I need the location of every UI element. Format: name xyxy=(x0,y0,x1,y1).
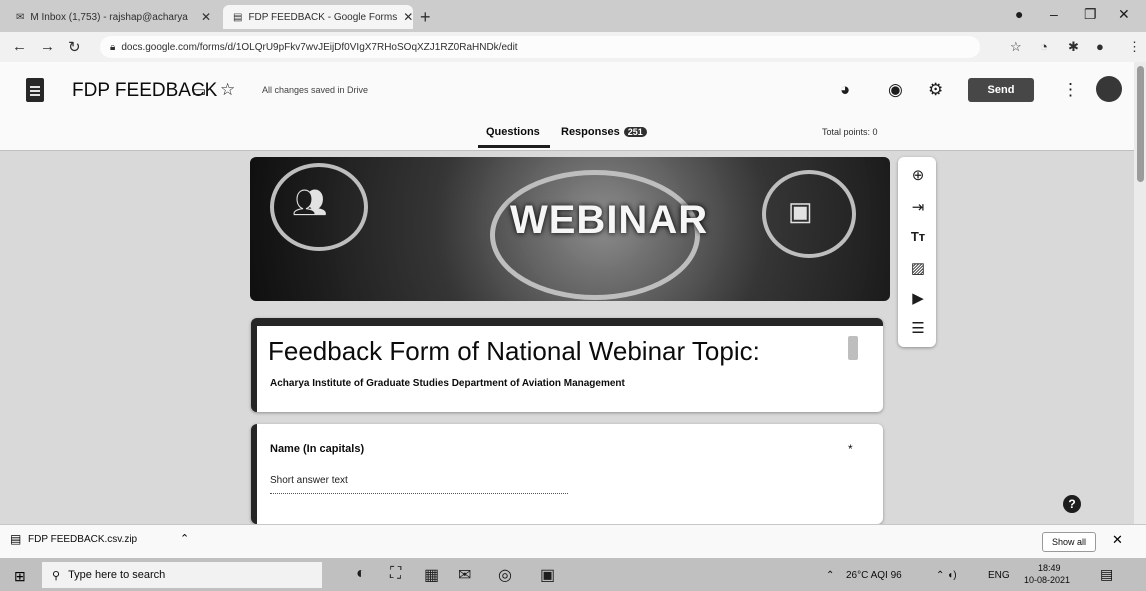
presentation-icon: ▣ xyxy=(788,196,813,226)
tab-questions[interactable]: Questions xyxy=(486,126,540,138)
language-indicator[interactable]: ENG xyxy=(988,570,1010,581)
forms-logo-icon[interactable] xyxy=(26,78,44,102)
question-title[interactable]: Name (In capitals) xyxy=(270,443,364,455)
url-text: docs.google.com/forms/d/1OLQrU9pFkv7wvJE… xyxy=(121,41,518,53)
people-icon: 👥︎ xyxy=(292,187,328,218)
responses-label: Responses xyxy=(561,126,620,138)
folder-icon[interactable]: ▭ xyxy=(192,82,206,100)
extension-icon[interactable]: ◔ xyxy=(1040,39,1048,54)
palette-icon[interactable]: ◕ xyxy=(840,80,850,100)
tab-gmail[interactable]: ✉ M Inbox (1,753) - rajshap@acharya ✕ xyxy=(6,5,221,29)
close-window-icon[interactable]: ✕ xyxy=(1118,6,1130,23)
active-tab-indicator xyxy=(478,145,550,148)
download-filename[interactable]: FDP FEEDBACK.csv.zip xyxy=(28,534,137,545)
star-icon[interactable]: ☆ xyxy=(1010,39,1022,55)
address-bar[interactable]: 🔒︎ docs.google.com/forms/d/1OLQrU9pFkv7w… xyxy=(100,36,980,58)
tab-responses[interactable]: Responses 251 xyxy=(561,126,647,138)
add-image-icon[interactable]: ▨ xyxy=(909,259,927,277)
required-mark: * xyxy=(848,442,853,456)
tab-forms[interactable]: ▤ FDP FEEDBACK - Google Forms ✕ xyxy=(223,5,413,29)
taskbar-search[interactable]: ⚲ Type here to search xyxy=(42,562,322,588)
tab-label: M Inbox (1,753) - rajshap@acharya xyxy=(30,11,188,23)
mail-icon: ✉ xyxy=(16,11,25,23)
file-icon: ▤ xyxy=(10,532,22,546)
edge-icon[interactable]: ◐ xyxy=(356,565,366,583)
maximize-icon[interactable]: ❐ xyxy=(1084,6,1097,23)
help-icon[interactable]: ? xyxy=(1063,495,1081,513)
responses-count-badge: 251 xyxy=(623,127,647,137)
add-question-icon[interactable]: ⊕ xyxy=(909,166,927,184)
new-tab-button[interactable]: + xyxy=(420,7,431,28)
more-options-icon[interactable]: ⋮ xyxy=(1062,80,1079,100)
question-card[interactable] xyxy=(251,424,883,524)
add-title-icon[interactable]: Tт xyxy=(909,229,927,244)
windows-start-icon[interactable]: ⊞ xyxy=(14,568,26,585)
back-icon[interactable]: ← xyxy=(12,38,27,55)
preview-eye-icon[interactable]: ◉ xyxy=(888,80,903,100)
clock-time[interactable]: 18:49 xyxy=(1038,563,1061,573)
download-bar xyxy=(0,524,1146,559)
saved-status: All changes saved in Drive xyxy=(262,85,369,95)
avatar[interactable] xyxy=(1096,76,1122,102)
form-description[interactable]: Acharya Institute of Graduate Studies De… xyxy=(270,378,625,389)
mail-app-icon[interactable]: ✉ xyxy=(458,565,471,585)
chrome-icon[interactable]: ◎ xyxy=(498,565,512,585)
close-tab-icon[interactable]: ✕ xyxy=(201,10,211,24)
short-answer-placeholder: Short answer text xyxy=(270,475,348,486)
import-questions-icon[interactable]: ⇥ xyxy=(909,198,927,216)
answer-underline xyxy=(270,493,568,494)
tab-label: FDP FEEDBACK - Google Forms xyxy=(248,11,398,23)
settings-gear-icon[interactable]: ⚙ xyxy=(928,80,943,100)
forms-icon: ▤ xyxy=(233,11,243,23)
reload-icon[interactable]: ↻ xyxy=(68,38,81,56)
total-points: Total points: 0 xyxy=(822,127,878,137)
show-hidden-icons-icon[interactable]: ⌃ xyxy=(826,570,834,581)
profile-dot-icon[interactable]: ● xyxy=(1015,6,1023,22)
add-video-icon[interactable]: ▶ xyxy=(909,289,927,307)
form-title[interactable]: Feedback Form of National Webinar Topic: xyxy=(268,336,760,367)
send-button[interactable]: Send xyxy=(968,78,1034,102)
title-scroll-indicator[interactable] xyxy=(848,336,858,360)
banner-text: WEBINAR xyxy=(510,198,709,242)
add-section-icon[interactable]: ☰ xyxy=(909,319,927,337)
scrollbar-thumb[interactable] xyxy=(1137,66,1144,182)
network-icon[interactable]: ⌃ ◖) xyxy=(936,570,957,581)
notifications-icon[interactable]: ▤ xyxy=(1100,566,1113,583)
search-placeholder: Type here to search xyxy=(68,569,166,581)
clock-date[interactable]: 10-08-2021 xyxy=(1024,575,1070,585)
close-tab-icon[interactable]: ✕ xyxy=(403,10,413,24)
browser-menu-icon[interactable]: ⋮ xyxy=(1128,39,1141,55)
puzzle-icon[interactable]: ✱ xyxy=(1068,39,1079,55)
show-all-button[interactable]: Show all xyxy=(1042,532,1096,552)
weather-status[interactable]: 26°C AQI 96 xyxy=(846,570,902,581)
profile-icon[interactable]: ● xyxy=(1096,39,1104,54)
chevron-up-icon[interactable]: ⌃ xyxy=(180,532,189,545)
forward-icon[interactable]: → xyxy=(40,38,55,55)
close-icon[interactable]: ✕ xyxy=(1112,532,1123,548)
search-icon: ⚲ xyxy=(52,569,61,582)
photos-icon[interactable]: ▣ xyxy=(540,565,555,585)
store-icon[interactable]: ▦ xyxy=(424,565,439,585)
task-view-icon[interactable]: ⛶ xyxy=(390,565,401,583)
lock-icon: 🔒︎ xyxy=(110,41,116,53)
star-icon[interactable]: ☆ xyxy=(220,80,235,100)
minimize-icon[interactable]: – xyxy=(1050,6,1058,22)
